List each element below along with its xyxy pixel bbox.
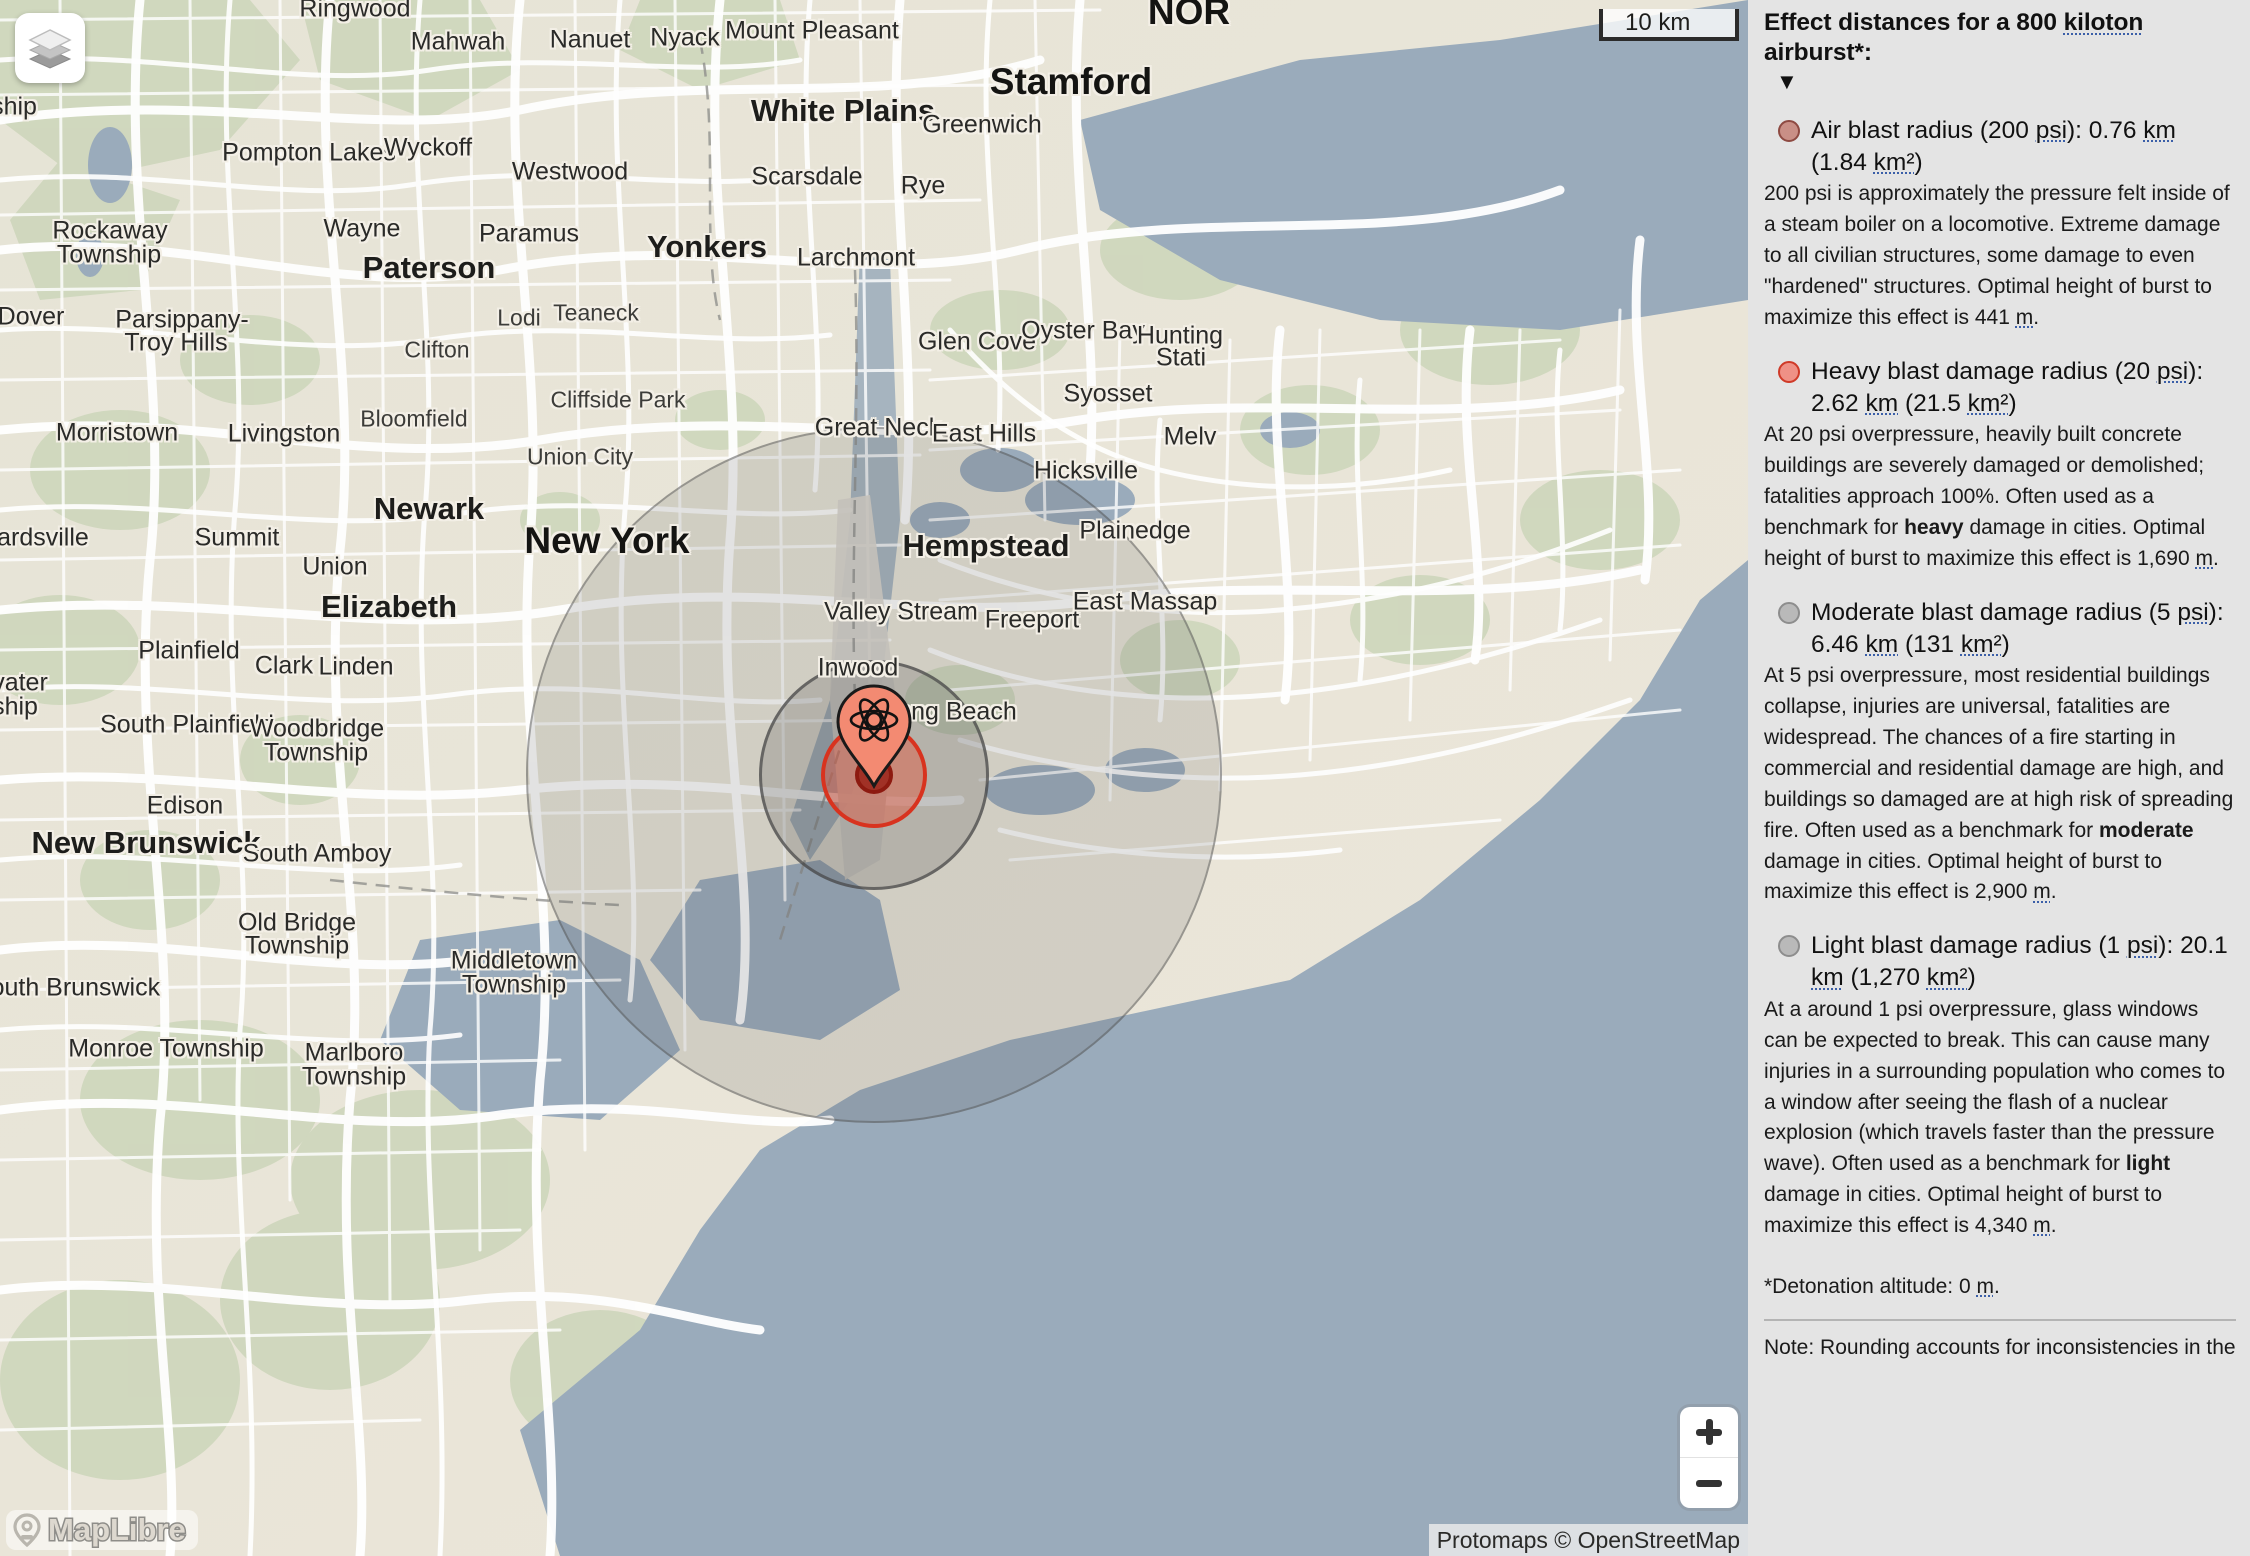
effect-header: Light blast damage radius (1 psi): 20.1 … <box>1764 930 2236 994</box>
text-run: damage in cities. Optimal height of burs… <box>1764 849 2163 904</box>
panel-title-post: airburst*: <box>1764 39 1872 67</box>
effect-description: At 20 psi overpressure, heavily built co… <box>1764 420 2236 574</box>
effect-description: 200 psi is approximately the pressure fe… <box>1764 179 2236 333</box>
minus-icon <box>1696 1479 1722 1487</box>
text-run: Moderate blast damage radius (5 <box>1811 598 2178 626</box>
emphasis: light <box>2125 1152 2171 1176</box>
spellcheck-unit: km <box>2143 116 2176 144</box>
text-run: (131 <box>1898 630 1961 658</box>
detonation-marker[interactable] <box>832 682 916 790</box>
text-run: 200 psi is approximately the pressure fe… <box>1764 182 2230 329</box>
effect-item: Air blast radius (200 psi): 0.76 km (1.8… <box>1764 115 2236 334</box>
spellcheck-unit: km² <box>1960 630 2002 658</box>
text-run: (21.5 <box>1898 389 1968 417</box>
detonation-altitude-note: *Detonation altitude: 0 m. <box>1764 1272 2236 1303</box>
collapse-toggle[interactable]: ▼ <box>1776 70 2236 93</box>
effect-color-swatch <box>1778 935 1800 958</box>
text-run: . <box>1993 1274 2000 1298</box>
text-run: ): 20.1 <box>2158 932 2228 960</box>
effect-item: Light blast damage radius (1 psi): 20.1 … <box>1764 930 2236 1242</box>
effect-item: Moderate blast damage radius (5 psi): 6.… <box>1764 597 2236 909</box>
panel-title-yield-unit: kiloton <box>2063 9 2144 36</box>
zoom-controls[interactable] <box>1680 1407 1738 1508</box>
spellcheck-unit: m <box>2033 880 2051 904</box>
emphasis: moderate <box>2099 818 2194 842</box>
layers-icon <box>28 29 72 69</box>
emphasis: heavy <box>1904 516 1964 539</box>
effect-color-swatch <box>1778 601 1800 624</box>
spellcheck-unit: psi <box>2177 598 2209 626</box>
rounding-note: Note: Rounding accounts for inconsistenc… <box>1764 1333 2236 1364</box>
spellcheck-unit: km² <box>1873 148 1915 176</box>
effect-description: At a around 1 psi overpressure, glass wi… <box>1764 995 2236 1242</box>
zoom-out-button[interactable] <box>1680 1458 1738 1508</box>
effects-panel: Effect distances for a 800 kiloton airbu… <box>1748 0 2250 1556</box>
maplibre-logo[interactable]: MapLibre <box>6 1510 198 1550</box>
text-run: At 5 psi overpressure, most residential … <box>1764 664 2234 842</box>
scale-bar: 10 km <box>1599 9 1739 41</box>
spellcheck-unit: m <box>2195 546 2214 570</box>
effect-header: Heavy blast damage radius (20 psi): 2.62… <box>1764 356 2236 420</box>
effect-item: Heavy blast damage radius (20 psi): 2.62… <box>1764 356 2236 575</box>
attribution-text: Protomaps © OpenStreetMap <box>1436 1526 1740 1553</box>
effect-title: Moderate blast damage radius (5 psi): 6.… <box>1811 597 2236 661</box>
text-run: . <box>2033 305 2040 329</box>
panel-title: Effect distances for a 800 kiloton airbu… <box>1764 8 2236 69</box>
text-run: ) <box>1914 148 1923 176</box>
spellcheck-unit: km <box>1865 389 1899 417</box>
effect-header: Moderate blast damage radius (5 psi): 6.… <box>1764 597 2236 661</box>
effect-color-swatch <box>1778 119 1800 142</box>
maplibre-logo-text: MapLibre <box>47 1511 188 1549</box>
text-run: ) <box>2008 389 2017 417</box>
effect-description: At 5 psi overpressure, most residential … <box>1764 661 2236 908</box>
text-run: *Detonation altitude: 0 <box>1764 1274 1977 1298</box>
effect-title: Heavy blast damage radius (20 psi): 2.62… <box>1811 356 2236 420</box>
scale-bar-label: 10 km <box>1625 9 1691 36</box>
text-run: Light blast damage radius (1 <box>1811 932 2127 960</box>
effect-color-swatch <box>1778 360 1800 383</box>
text-run: ) <box>2001 630 2010 658</box>
text-run: (1.84 <box>1811 148 1874 176</box>
panel-divider <box>1764 1318 2236 1321</box>
plus-icon-v <box>1705 1419 1713 1445</box>
spellcheck-unit: m <box>2015 305 2034 329</box>
effect-header: Air blast radius (200 psi): 0.76 km (1.8… <box>1764 115 2236 179</box>
effect-title: Light blast damage radius (1 psi): 20.1 … <box>1811 930 2236 994</box>
spellcheck-unit: psi <box>2035 116 2068 144</box>
spellcheck-unit: m <box>2033 1213 2051 1237</box>
spellcheck-unit: km <box>1811 964 1844 992</box>
text-run: At a around 1 psi overpressure, glass wi… <box>1764 997 2226 1176</box>
text-run: (1,270 <box>1843 964 1927 992</box>
text-run: . <box>2050 1213 2057 1237</box>
spellcheck-unit: km <box>1865 630 1899 658</box>
spellcheck-unit: km² <box>1926 964 1968 992</box>
spellcheck-unit: km² <box>1967 389 2009 417</box>
effect-title: Air blast radius (200 psi): 0.76 km (1.8… <box>1811 115 2236 179</box>
map-pin-icon <box>13 1513 41 1547</box>
spellcheck-unit: psi <box>2126 932 2159 960</box>
text-run: Note: Rounding accounts for inconsistenc… <box>1764 1335 2236 1359</box>
text-run: . <box>2213 546 2219 570</box>
text-run: Heavy blast damage radius (20 <box>1811 357 2157 385</box>
text-run: Air blast radius (200 <box>1811 116 2036 144</box>
app-root: Ringwood Mahwah Nanuet Nyack Mount Pleasant S… <box>0 0 2250 1556</box>
panel-title-pre: Effect distances for a 800 <box>1764 9 2064 36</box>
text-run: ) <box>1967 964 1976 992</box>
text-run: ): 0.76 <box>2067 116 2144 144</box>
spellcheck-unit: psi <box>2156 357 2189 385</box>
layers-toggle-button[interactable] <box>15 13 85 83</box>
zoom-in-button[interactable] <box>1680 1407 1738 1458</box>
text-run: . <box>2050 880 2057 904</box>
spellcheck-unit: m <box>1976 1274 1994 1298</box>
map-attribution[interactable]: Protomaps © OpenStreetMap <box>1428 1524 1748 1556</box>
map-viewport[interactable]: Ringwood Mahwah Nanuet Nyack Mount Pleasant S… <box>0 0 1748 1556</box>
effects-list: Air blast radius (200 psi): 0.76 km (1.8… <box>1764 115 2236 1242</box>
text-run: damage in cities. Optimal height of burs… <box>1764 1183 2163 1237</box>
